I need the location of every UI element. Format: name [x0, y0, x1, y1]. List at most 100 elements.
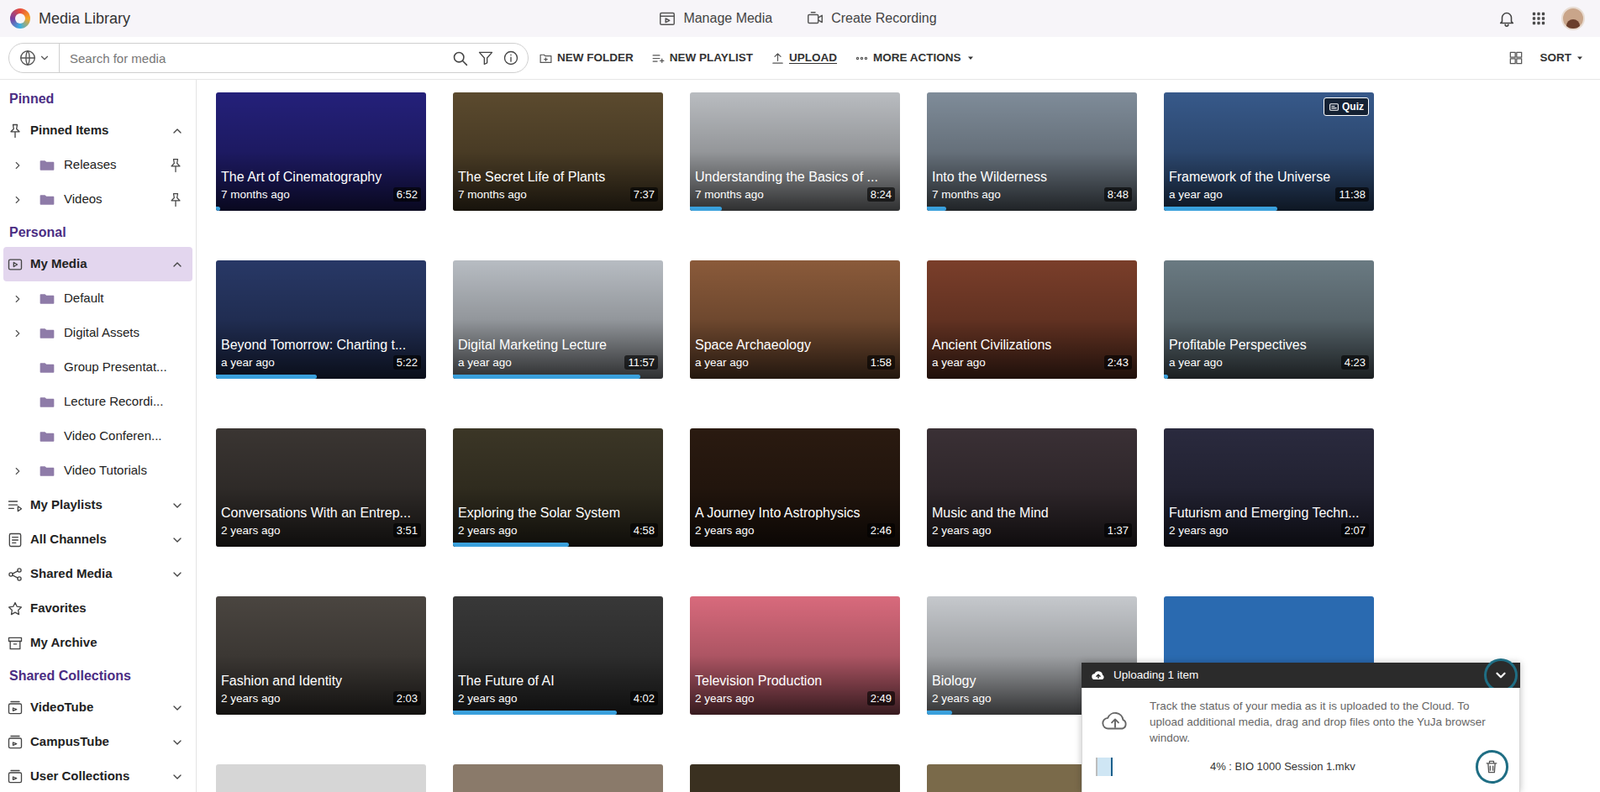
sidebar-item[interactable]: VideoTube [3, 690, 193, 726]
sort-button[interactable]: SORT [1539, 49, 1585, 67]
toolbar-action-label[interactable]: NEW PLAYLIST [669, 49, 753, 67]
sidebar-item-label[interactable]: My Playlists [30, 495, 171, 516]
top-nav-item[interactable]: Manage Media [657, 8, 773, 29]
sidebar-item[interactable]: Videos [3, 182, 193, 217]
card-title[interactable]: Beyond Tomorrow: Charting t... [221, 336, 422, 354]
media-card[interactable]: Music and the Mind2 years ago1:37 [926, 428, 1137, 548]
toolbar-action[interactable]: NEW FOLDER [538, 49, 634, 67]
sidebar-item-label[interactable]: Shared Media [30, 564, 171, 585]
media-card[interactable] [215, 764, 427, 792]
top-nav-label[interactable]: Create Recording [831, 8, 937, 29]
card-title[interactable]: Into the Wilderness [931, 168, 1132, 186]
avatar-icon[interactable] [1561, 6, 1585, 31]
sidebar-item-label[interactable]: My Media [30, 254, 171, 274]
sidebar-item-label[interactable]: User Collections [30, 767, 171, 787]
sidebar-item-label[interactable]: Digital Assets [63, 323, 193, 343]
card-title[interactable]: Conversations With an Entrep... [221, 505, 422, 522]
sidebar-item[interactable]: Lecture Recordi... [3, 384, 193, 420]
media-card[interactable]: Understanding the Basics of ...7 months … [689, 92, 900, 211]
media-card[interactable] [452, 764, 664, 792]
toolbar-action[interactable]: UPLOAD [770, 49, 837, 67]
globe-icon [18, 48, 37, 68]
sidebar-item[interactable]: CampusTube [3, 725, 193, 760]
sidebar-item-label[interactable]: Lecture Recordi... [63, 392, 193, 412]
media-card[interactable]: Profitable Perspectivesa year ago4:23 [1163, 260, 1374, 379]
media-card[interactable]: Exploring the Solar System2 years ago4:5… [452, 428, 664, 548]
card-title[interactable]: The Art of Cinematography [221, 168, 422, 186]
card-title[interactable]: Exploring the Solar System [457, 505, 658, 522]
card-title[interactable]: Profitable Perspectives [1168, 336, 1369, 354]
media-card[interactable]: The Future of AI2 years ago4:02 [452, 596, 664, 716]
toolbar-action[interactable]: NEW PLAYLIST [651, 49, 753, 67]
media-card[interactable]: Conversations With an Entrep...2 years a… [215, 428, 427, 548]
toolbar-action-label[interactable]: NEW FOLDER [557, 49, 634, 67]
sidebar-item[interactable]: Digital Assets [3, 315, 193, 351]
yuja-logo-icon[interactable] [10, 8, 31, 29]
media-card[interactable]: A Journey Into Astrophysics2 years ago2:… [689, 428, 900, 548]
sidebar-item[interactable]: Shared Media [3, 557, 193, 592]
scope-dropdown[interactable] [9, 43, 60, 73]
card-title[interactable]: A Journey Into Astrophysics [694, 505, 895, 522]
media-card[interactable]: QuizFramework of the Universea year ago1… [1163, 92, 1374, 211]
card-title[interactable]: Television Production [694, 673, 895, 690]
sidebar-item-label[interactable]: Group Presentat... [63, 357, 193, 378]
upload-file-row: 4% : BIO 1000 Session 1.mkv [1095, 752, 1506, 782]
sidebar-item-label[interactable]: All Channels [30, 530, 171, 550]
media-card[interactable]: The Art of Cinematography7 months ago6:5… [215, 92, 427, 211]
sidebar-item-label[interactable]: Pinned Items [30, 121, 171, 141]
toolbar-action-label[interactable]: MORE ACTIONS [873, 49, 962, 67]
media-card[interactable]: Futurism and Emerging Techn...2 years ag… [1163, 428, 1374, 548]
media-card[interactable]: Into the Wilderness7 months ago8:48 [926, 92, 1137, 211]
card-title[interactable]: Digital Marketing Lecture [457, 336, 658, 354]
card-title[interactable]: The Secret Life of Plants [457, 168, 658, 186]
card-title[interactable]: Ancient Civilizations [931, 336, 1132, 354]
search-input[interactable] [59, 43, 452, 73]
sidebar-item-label[interactable]: Video Conferen... [63, 426, 193, 447]
sidebar-item[interactable]: User Collections [3, 759, 193, 792]
sidebar-item[interactable]: Releases [3, 147, 193, 183]
top-nav-label[interactable]: Manage Media [683, 8, 773, 29]
top-bar: Media LibraryManage MediaCreate Recordin… [0, 0, 1600, 37]
sidebar-item[interactable]: Pinned Items [3, 113, 193, 148]
sidebar-item-label[interactable]: VideoTube [30, 698, 171, 718]
delete-upload-button[interactable] [1478, 752, 1506, 782]
sidebar-item[interactable]: All Channels [3, 522, 193, 558]
media-card[interactable]: Fashion and Identity2 years ago2:03 [215, 596, 427, 716]
card-info: The Future of AI2 years ago4:02 [452, 673, 664, 716]
collapse-button[interactable] [1486, 661, 1516, 690]
sidebar-item[interactable]: Video Conferen... [3, 419, 193, 454]
sidebar-item[interactable]: Group Presentat... [3, 350, 193, 385]
sidebar-item-label[interactable]: CampusTube [30, 732, 171, 753]
sidebar-item[interactable]: Default [3, 281, 193, 316]
new-playlist-icon-svg [651, 51, 666, 66]
sidebar-item-label[interactable]: My Archive [30, 633, 193, 653]
sidebar-item[interactable]: My Playlists [3, 488, 193, 523]
sidebar-item-label[interactable]: Video Tutorials [63, 461, 193, 481]
media-card[interactable]: Television Production2 years ago2:49 [689, 596, 900, 716]
sidebar-item[interactable]: My Archive [3, 626, 193, 661]
sidebar-item[interactable]: My Media [3, 247, 193, 282]
media-card[interactable]: Beyond Tomorrow: Charting t...a year ago… [215, 260, 427, 379]
sort-label[interactable]: SORT [1539, 49, 1572, 67]
card-title[interactable]: Space Archaeology [694, 336, 895, 354]
sidebar-item[interactable]: Video Tutorials [3, 453, 193, 489]
card-title[interactable]: Framework of the Universe [1168, 168, 1369, 186]
toolbar-action[interactable]: MORE ACTIONS [854, 49, 976, 67]
sidebar-item-label[interactable]: Releases [63, 155, 168, 175]
card-title[interactable]: Understanding the Basics of ... [694, 168, 895, 186]
card-title[interactable]: The Future of AI [457, 673, 658, 690]
toolbar-action-label[interactable]: UPLOAD [789, 49, 837, 67]
media-card[interactable]: The Secret Life of Plants7 months ago7:3… [452, 92, 664, 211]
media-card[interactable]: Space Archaeologya year ago1:58 [689, 260, 900, 379]
media-card[interactable]: Ancient Civilizationsa year ago2:43 [926, 260, 1137, 379]
sidebar-item-label[interactable]: Default [63, 289, 193, 309]
card-title[interactable]: Music and the Mind [931, 505, 1132, 522]
sidebar-item-label[interactable]: Videos [63, 189, 168, 210]
sidebar-item[interactable]: Favorites [3, 591, 193, 627]
media-card[interactable] [689, 764, 900, 792]
card-title[interactable]: Fashion and Identity [221, 673, 422, 690]
top-nav-item[interactable]: Create Recording [805, 8, 937, 29]
sidebar-item-label[interactable]: Favorites [30, 599, 193, 619]
card-title[interactable]: Futurism and Emerging Techn... [1168, 505, 1369, 522]
media-card[interactable]: Digital Marketing Lecturea year ago11:57 [452, 260, 664, 379]
